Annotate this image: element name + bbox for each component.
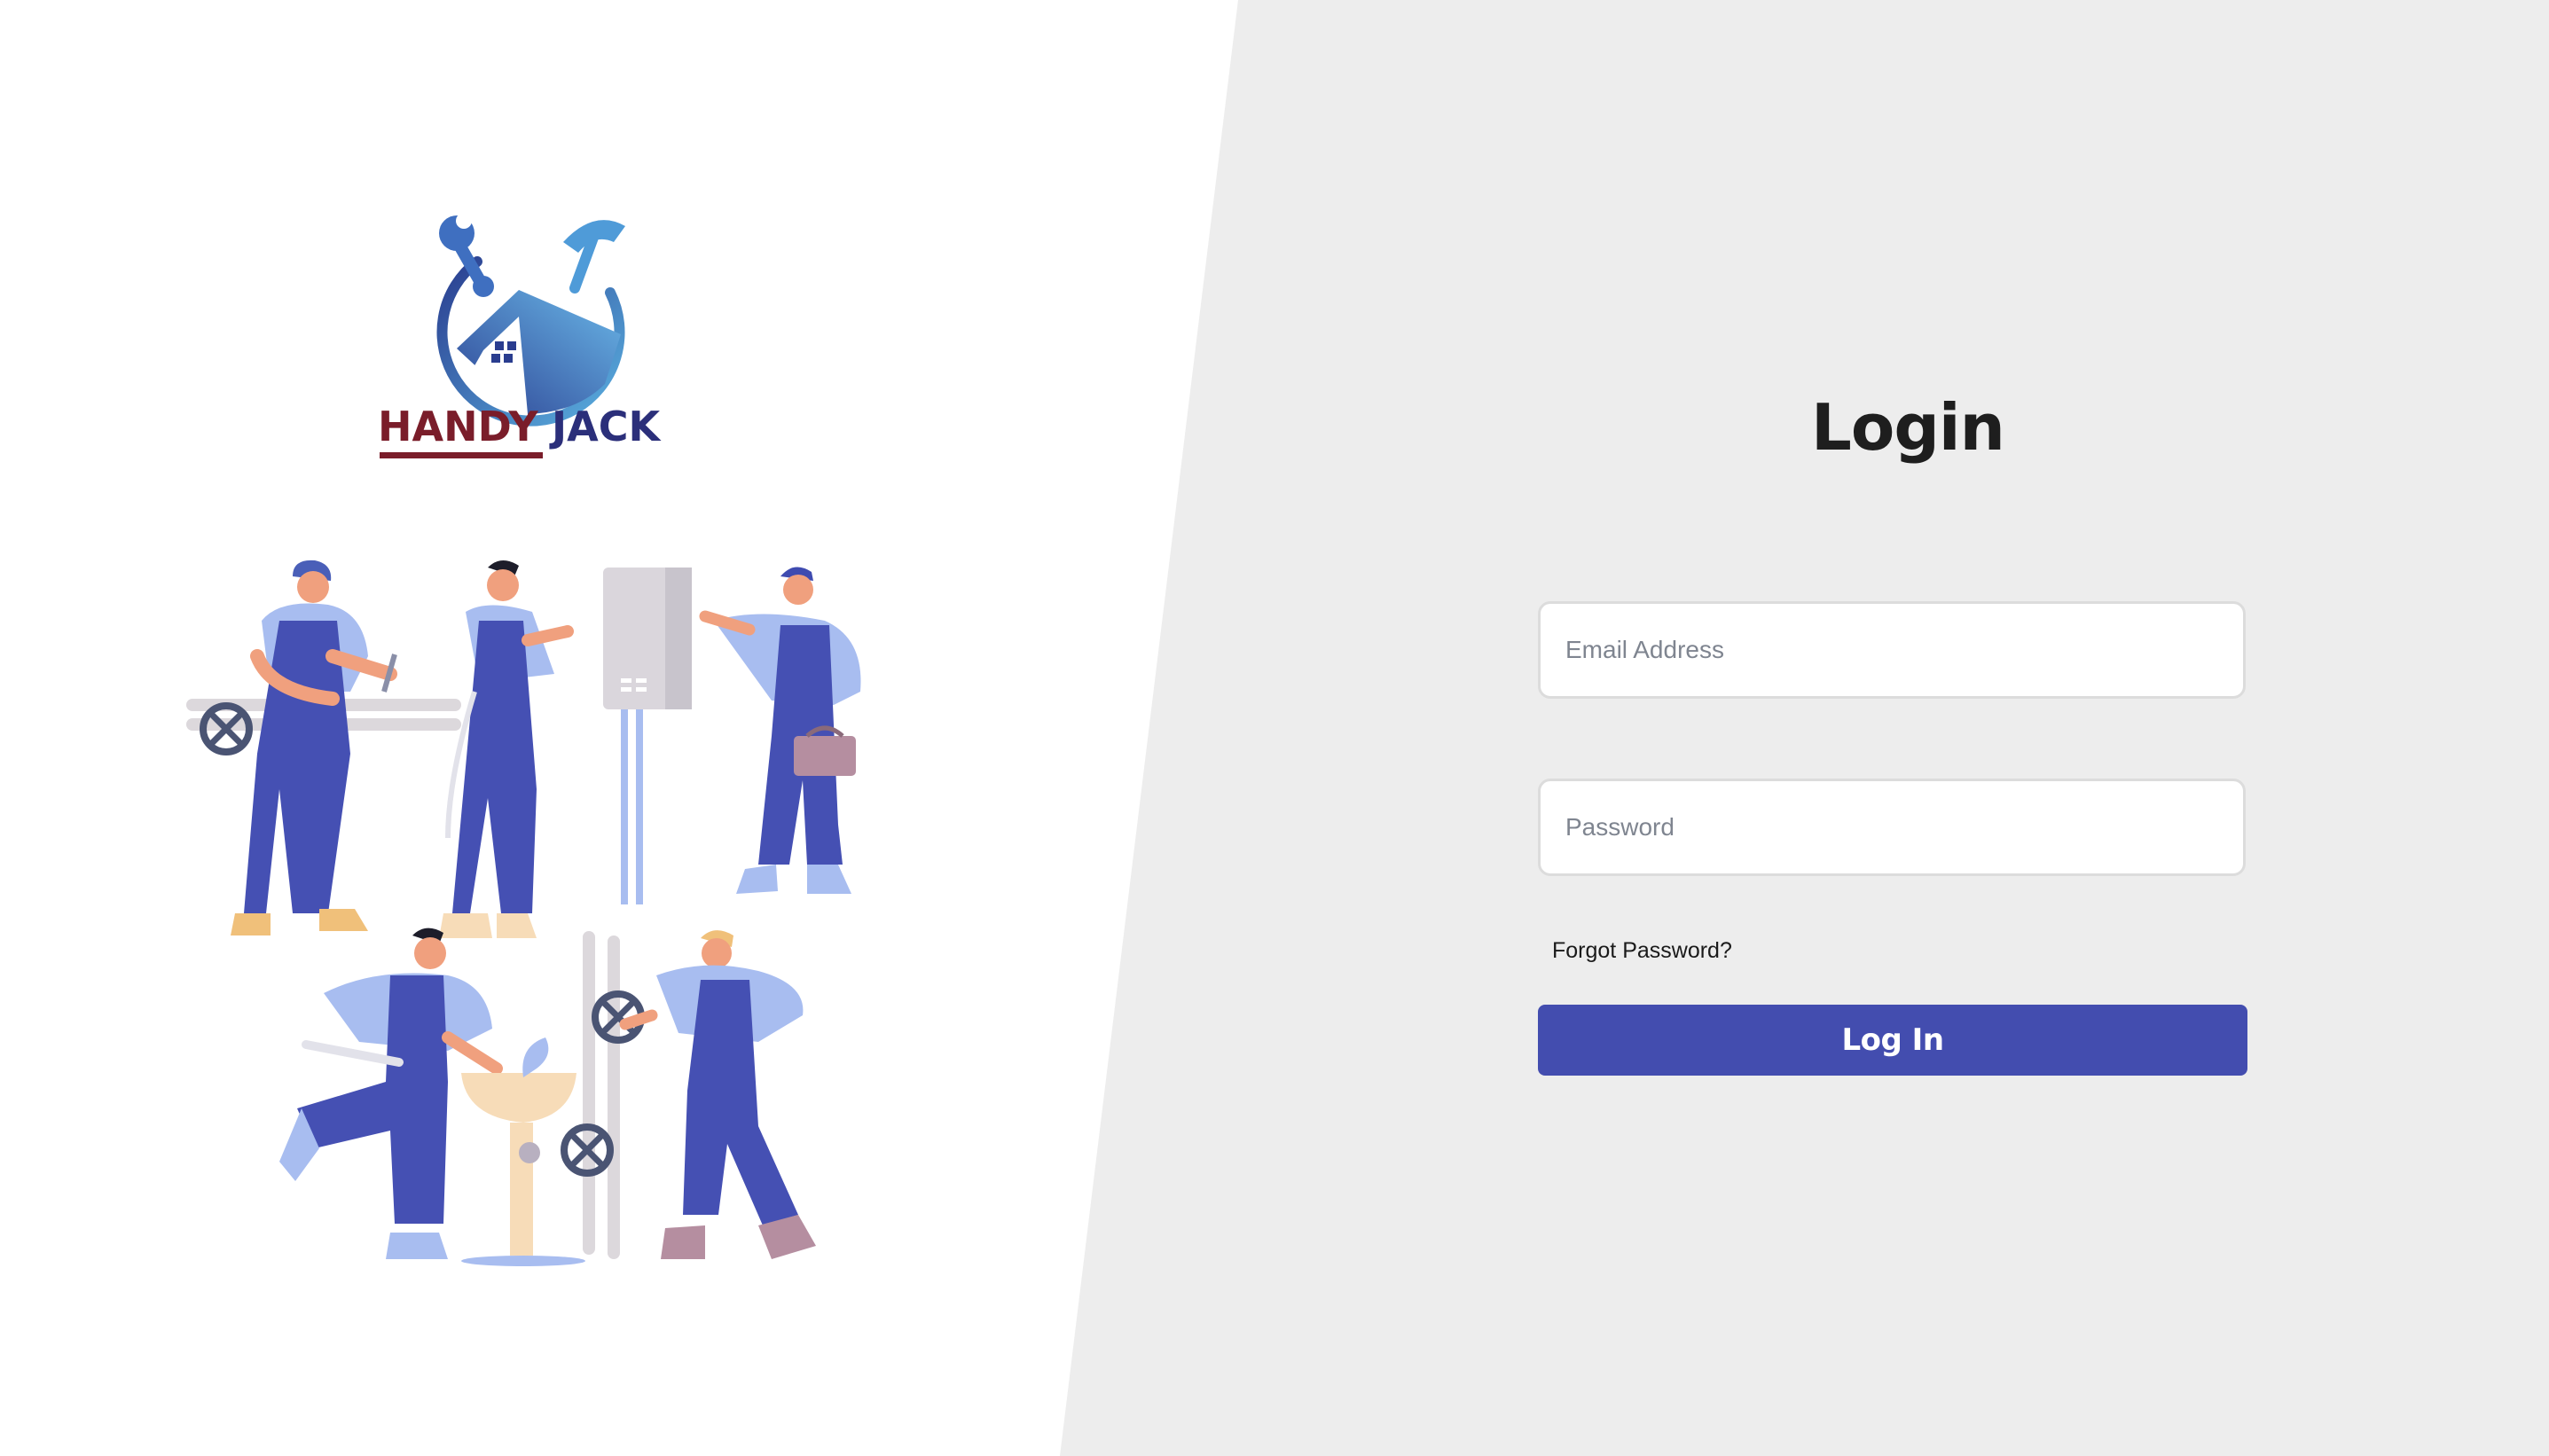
worker-3-illustration	[699, 567, 861, 894]
handymen-illustration	[186, 560, 861, 1266]
password-field[interactable]	[1538, 779, 2246, 876]
handy-jack-logo: HANDY JACK	[378, 213, 662, 458]
worker-4-illustration	[279, 928, 503, 1259]
worker-5-illustration	[619, 930, 816, 1259]
worker-2-illustration	[439, 560, 574, 938]
brand-underline	[380, 452, 543, 458]
login-title: Login	[1811, 390, 2005, 465]
water-heater-illustration	[603, 568, 692, 904]
login-button[interactable]: Log In	[1538, 1005, 2247, 1076]
hammer-icon	[563, 220, 625, 294]
worker-1-illustration	[231, 560, 397, 935]
brand-word-jack: JACK	[549, 403, 662, 450]
pipe-valve-illustration	[561, 931, 645, 1259]
wrench-icon	[439, 213, 494, 297]
email-field[interactable]	[1538, 601, 2246, 699]
branding-pane: HANDY JACK	[0, 0, 1153, 1456]
login-page: HANDY JACK Login Email Address Forgot Pa…	[0, 0, 2549, 1456]
forgot-password-link[interactable]: Forgot Password?	[1552, 938, 1732, 964]
brand-word-handy: HANDY	[378, 403, 538, 450]
